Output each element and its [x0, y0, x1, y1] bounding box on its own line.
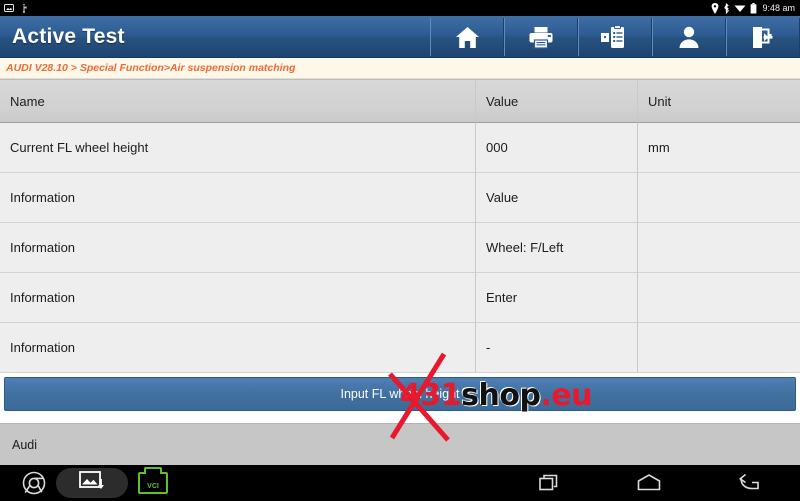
report-button[interactable]	[578, 18, 652, 56]
table-row[interactable]: Information Wheel: F/Left	[0, 223, 800, 273]
home-icon	[454, 25, 481, 50]
bluetooth-icon	[723, 2, 730, 14]
android-status-bar: 9:48 am	[0, 0, 800, 16]
location-pin-icon	[711, 2, 719, 14]
home-button[interactable]	[430, 18, 504, 56]
page-title: Active Test	[12, 24, 125, 48]
cell-value: Wheel: F/Left	[476, 223, 638, 273]
nav-bar-right	[500, 465, 800, 501]
vci-connector-top	[144, 467, 162, 474]
vci-icon[interactable]: VCI	[138, 467, 168, 494]
battery-icon	[750, 2, 757, 14]
screenshot-button[interactable]	[56, 468, 128, 498]
breadcrumb: AUDI V28.10 > Special Function>Air suspe…	[0, 58, 800, 79]
cell-value: Enter	[476, 273, 638, 323]
table-row[interactable]: Information Value	[0, 173, 800, 223]
tablet-screen: 9:48 am Active Test AUDI V28.10 > Specia…	[0, 0, 800, 501]
action-button-area: Input FL wheel height	[0, 373, 800, 411]
input-fl-wheel-height-button[interactable]: Input FL wheel height	[4, 377, 796, 411]
app-header: Active Test	[0, 16, 800, 58]
breadcrumb-text: AUDI V28.10 > Special Function>Air suspe…	[6, 62, 296, 74]
cell-unit	[638, 223, 800, 273]
cell-name: Current FL wheel height	[0, 123, 476, 173]
cell-unit	[638, 173, 800, 223]
cell-value: 000	[476, 123, 638, 173]
exit-icon	[750, 25, 776, 50]
status-bar-left	[4, 3, 29, 13]
cell-name: Information	[0, 223, 476, 273]
usb-icon	[19, 3, 29, 13]
table-header-row: Name Value Unit	[0, 80, 800, 123]
status-bar-clock: 9:48 am	[762, 3, 795, 13]
printer-icon	[528, 25, 554, 50]
data-table: Name Value Unit Current FL wheel height …	[0, 79, 800, 373]
exit-button[interactable]	[726, 18, 800, 56]
screenshot-icon	[78, 469, 106, 498]
cell-name: Information	[0, 323, 476, 373]
wifi-icon	[734, 3, 746, 13]
table-body: Current FL wheel height 000 mm Informati…	[0, 123, 800, 373]
table-row[interactable]: Information Enter	[0, 273, 800, 323]
print-button[interactable]	[504, 18, 578, 56]
header-toolbar	[430, 16, 800, 58]
cell-unit	[638, 273, 800, 323]
status-bar-right: 9:48 am	[711, 2, 795, 14]
report-icon	[600, 24, 630, 50]
cell-value: Value	[476, 173, 638, 223]
cell-value: -	[476, 323, 638, 373]
vci-label: VCI	[147, 483, 159, 490]
back-icon[interactable]	[737, 472, 763, 494]
home-icon[interactable]	[636, 472, 662, 494]
action-button-label: Input FL wheel height	[340, 387, 460, 401]
table-row[interactable]: Current FL wheel height 000 mm	[0, 123, 800, 173]
table-row[interactable]: Information -	[0, 323, 800, 373]
column-header-value: Value	[476, 80, 638, 123]
cell-name: Information	[0, 273, 476, 323]
column-header-unit: Unit	[638, 80, 800, 123]
user-icon	[678, 25, 700, 50]
vehicle-label: Audi	[12, 437, 38, 452]
cell-name: Information	[0, 173, 476, 223]
browser-icon[interactable]	[22, 471, 46, 495]
cell-unit: mm	[638, 123, 800, 173]
android-nav-bar: VCI	[0, 465, 800, 501]
user-button[interactable]	[652, 18, 726, 56]
nav-bar-left: VCI	[0, 467, 168, 498]
screenshot-icon	[4, 3, 14, 13]
vehicle-info-bar: Audi	[0, 423, 800, 465]
recents-icon[interactable]	[537, 472, 561, 494]
cell-unit	[638, 323, 800, 373]
column-header-name: Name	[0, 80, 476, 123]
